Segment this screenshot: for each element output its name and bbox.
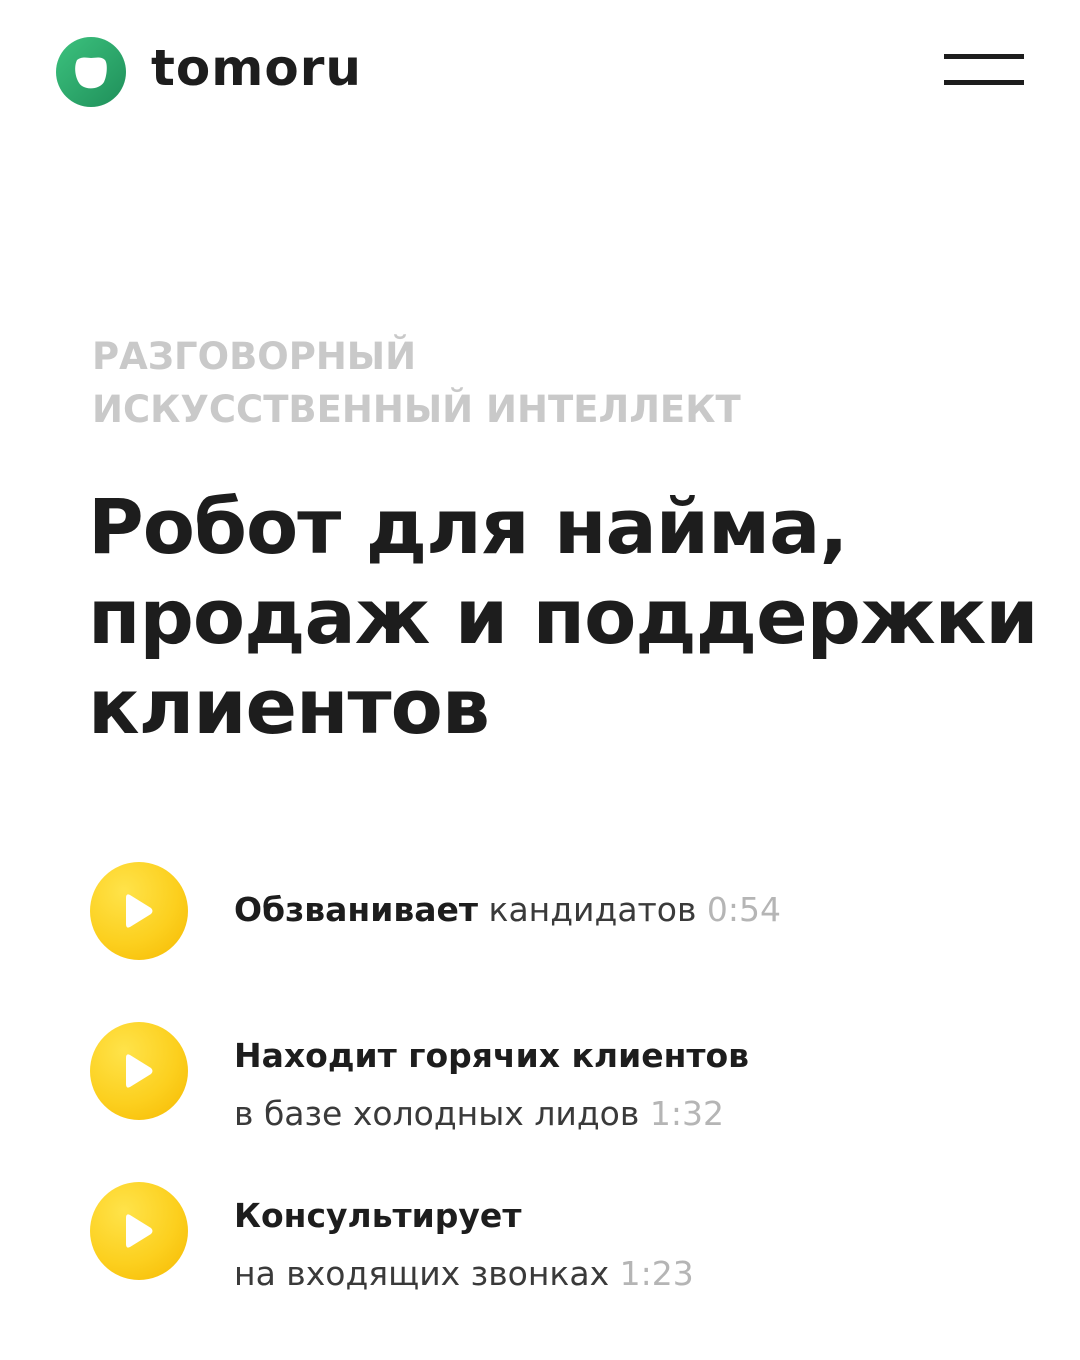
demo-call-subtitle: на входящих звонках [234,1254,610,1293]
title-line: Робот для найма, [88,482,848,571]
demo-call-subtitle: в базе холодных лидов [234,1094,640,1133]
demo-call-duration: 1:23 [619,1254,694,1293]
site-header: tomoru [0,0,1080,145]
page-title: Робот для найма, продаж и поддержки клие… [88,482,1048,752]
demo-call-item: Обзванивает кандидатов 0:54 [90,862,1040,962]
demo-call-title: Обзванивает [234,890,479,929]
demo-call-text: Консультирует на входящих звонках 1:23 [234,1187,694,1303]
menu-line-bottom [944,80,1024,85]
play-button[interactable] [90,862,188,960]
demo-call-item: Консультирует на входящих звонках 1:23 [90,1182,1040,1293]
play-icon [126,1054,153,1088]
hamburger-menu-icon[interactable] [944,54,1024,86]
demo-call-title: Консультирует [234,1196,522,1235]
brand-name: tomoru [151,39,362,97]
demo-call-item: Находит горячих клиентов в базе холодных… [90,1022,1040,1133]
title-line: клиентов [88,662,490,751]
demo-call-text: Находит горячих клиентов в базе холодных… [234,1027,749,1143]
play-icon [126,894,153,928]
eyebrow-line: ИСКУССТВЕННЫЙ ИНТЕЛЛЕКТ [92,388,741,431]
tomoru-logo-icon [56,37,126,107]
menu-line-top [944,54,1024,59]
brand-logo[interactable]: tomoru [55,36,362,108]
title-line: продаж и поддержки [88,572,1038,661]
demo-call-title: Находит горячих клиентов [234,1036,750,1075]
demo-call-subtitle: кандидатов [488,890,697,929]
play-button[interactable] [90,1182,188,1280]
hero-eyebrow: РАЗГОВОРНЫЙ ИСКУССТВЕННЫЙ ИНТЕЛЛЕКТ [92,330,992,436]
demo-call-duration: 0:54 [706,890,782,929]
demo-call-duration: 1:32 [649,1094,724,1133]
demo-call-text: Обзванивает кандидатов 0:54 [234,890,781,929]
play-button[interactable] [90,1022,188,1120]
eyebrow-line: РАЗГОВОРНЫЙ [92,335,417,378]
play-icon [126,1214,153,1248]
